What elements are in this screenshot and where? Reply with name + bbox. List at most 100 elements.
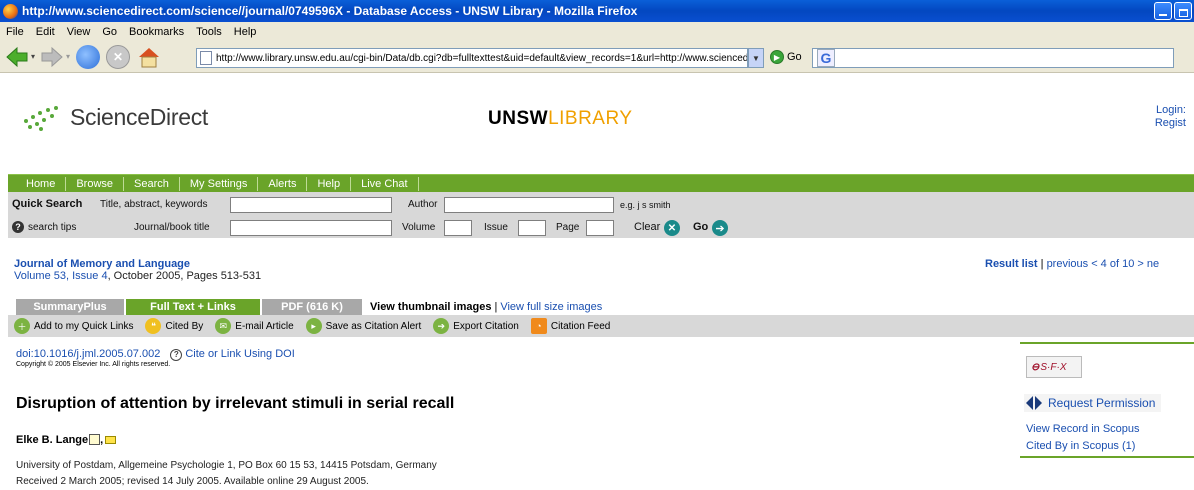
volume-label: Volume — [402, 222, 436, 233]
tab-summaryplus[interactable]: SummaryPlus — [16, 298, 124, 315]
go-button[interactable]: ▶ Go — [770, 50, 802, 64]
menu-bar: File Edit View Go Bookmarks Tools Help — [0, 22, 1194, 41]
nav-help[interactable]: Help — [307, 176, 352, 191]
chevron-down-icon: ▼ — [752, 53, 760, 63]
nav-browse[interactable]: Browse — [66, 176, 125, 191]
page-label: Page — [556, 222, 580, 233]
volume-issue-link[interactable]: Volume 53, Issue 4 — [14, 270, 108, 282]
author-label: Author — [408, 199, 438, 210]
cited-by-label: Cited By — [165, 320, 204, 332]
view-full-size-images-link[interactable]: View full size images — [500, 301, 602, 313]
journal-title-input[interactable] — [230, 220, 392, 236]
help-icon[interactable]: ? — [12, 221, 24, 233]
search-go-label[interactable]: Go — [693, 221, 708, 233]
search-go-icon[interactable]: ➔ — [712, 220, 728, 236]
back-button[interactable]: ▾ — [4, 45, 35, 69]
forward-dropdown-icon[interactable]: ▾ — [66, 52, 70, 61]
unsw-logo-bold: UNSW — [488, 108, 549, 129]
nav-search[interactable]: Search — [124, 176, 180, 191]
go-label: Go — [787, 51, 802, 63]
back-arrow-icon — [6, 46, 28, 67]
nav-home[interactable]: Home — [8, 176, 67, 191]
journal-title-link[interactable]: Journal of Memory and Language — [14, 258, 190, 270]
doi-link[interactable]: doi:10.1016/j.jml.2005.07.002 — [16, 348, 160, 360]
menu-edit[interactable]: Edit — [30, 26, 61, 38]
volume-input[interactable] — [444, 220, 472, 236]
clear-icon[interactable]: ✕ — [664, 220, 680, 236]
rss-icon: ◔ — [530, 318, 547, 334]
address-field[interactable]: http://www.library.unsw.edu.au/cgi-bin/D… — [196, 48, 748, 68]
menu-file[interactable]: File — [0, 26, 30, 38]
page-content: ScienceDirect UNSWLIBRARY Login: Regist … — [0, 74, 1194, 490]
request-permission-button[interactable]: Request Permission — [1024, 394, 1162, 412]
journal-volume-line: Volume 53, Issue 4, October 2005, Pages … — [14, 270, 261, 282]
login-link[interactable]: Login: — [1155, 104, 1186, 117]
home-button[interactable] — [136, 45, 162, 69]
stop-button[interactable]: ✕ — [106, 44, 131, 69]
sciencedirect-name: ScienceDirect — [70, 104, 208, 130]
next-link[interactable]: ne — [1147, 258, 1159, 270]
forward-arrow-icon — [41, 46, 63, 67]
menu-tools[interactable]: Tools — [190, 26, 228, 38]
author-email-icon[interactable] — [105, 436, 117, 444]
author-name[interactable]: Elke B. Lange — [16, 434, 88, 446]
address-dropdown-button[interactable]: ▼ — [748, 48, 764, 68]
author-notes-icon[interactable] — [89, 434, 101, 445]
author-affiliation: University of Postdam, Allgemeine Psycho… — [16, 460, 437, 471]
author-input[interactable] — [444, 197, 614, 213]
cite-doi-link[interactable]: Cite or Link Using DOI — [185, 348, 294, 360]
article-title: Disruption of attention by irrelevant st… — [16, 395, 455, 412]
question-icon: ? — [170, 349, 183, 361]
reload-icon — [76, 44, 101, 69]
title-keywords-input[interactable] — [230, 197, 392, 213]
issue-input[interactable] — [518, 220, 546, 236]
citation-feed-button[interactable]: ◔ Citation Feed — [530, 318, 610, 334]
article-toolbar: ＋ Add to my Quick Links ❝ Cited By ✉ E-mail… — [8, 315, 1194, 337]
maximize-button[interactable] — [1174, 2, 1192, 20]
cited-by-button[interactable]: ❝ Cited By — [145, 318, 203, 334]
tab-pdf[interactable]: PDF (616 K) — [262, 298, 362, 315]
save-citation-alert-label: Save as Citation Alert — [325, 320, 422, 332]
google-icon: G — [817, 49, 835, 67]
result-list-link[interactable]: Result list — [985, 258, 1038, 270]
save-citation-alert-button[interactable]: ▸ Save as Citation Alert — [305, 318, 422, 334]
menu-help[interactable]: Help — [228, 26, 263, 38]
search-tips-link[interactable]: search tips — [28, 222, 76, 233]
email-icon: ✉ — [215, 318, 232, 334]
title-keywords-label: Title, abstract, keywords — [100, 199, 208, 210]
email-article-button[interactable]: ✉ E-mail Article — [215, 318, 294, 334]
view-record-scopus-link[interactable]: View Record in Scopus — [1026, 423, 1140, 435]
nav-live-chat[interactable]: Live Chat — [351, 176, 419, 191]
sfx-button[interactable]: ⊖ S·F·X — [1026, 356, 1082, 378]
menu-view[interactable]: View — [61, 26, 97, 38]
export-citation-button[interactable]: ➔ Export Citation — [433, 318, 519, 334]
address-url: http://www.library.unsw.edu.au/cgi-bin/D… — [216, 52, 748, 64]
page-input[interactable] — [586, 220, 614, 236]
stop-icon: ✕ — [106, 44, 131, 69]
menu-go[interactable]: Go — [96, 26, 123, 38]
unsw-library-logo[interactable]: UNSWLIBRARY — [488, 108, 633, 130]
quick-search-panel: Quick Search Title, abstract, keywords A… — [8, 192, 1194, 238]
minimize-button[interactable] — [1154, 2, 1172, 20]
cited-by-scopus-link[interactable]: Cited By in Scopus (1) — [1026, 440, 1135, 452]
reload-button[interactable] — [76, 44, 101, 69]
tab-full-text-links[interactable]: Full Text + Links — [126, 298, 260, 315]
sfx-label: S·F·X — [1040, 361, 1067, 373]
result-position: < 4 of 10 > — [1088, 258, 1147, 270]
author-line: Elke B. Lange, — [16, 434, 117, 446]
clear-label[interactable]: Clear — [634, 221, 660, 233]
nav-my-settings[interactable]: My Settings — [180, 176, 259, 191]
forward-button[interactable]: ▾ — [39, 45, 70, 69]
email-article-label: E-mail Article — [235, 320, 294, 332]
nav-alerts[interactable]: Alerts — [258, 176, 308, 191]
google-search-field[interactable]: G — [812, 48, 1174, 68]
page-icon — [200, 51, 212, 65]
menu-bookmarks[interactable]: Bookmarks — [123, 26, 190, 38]
sciencedirect-logo[interactable]: ScienceDirect — [22, 104, 208, 131]
previous-link[interactable]: previous — [1047, 258, 1089, 270]
firefox-icon — [3, 3, 18, 19]
add-quick-links-button[interactable]: ＋ Add to my Quick Links — [14, 318, 133, 334]
result-nav-separator: | — [1037, 258, 1047, 270]
back-dropdown-icon[interactable]: ▾ — [31, 52, 35, 61]
register-link[interactable]: Regist — [1155, 117, 1186, 130]
